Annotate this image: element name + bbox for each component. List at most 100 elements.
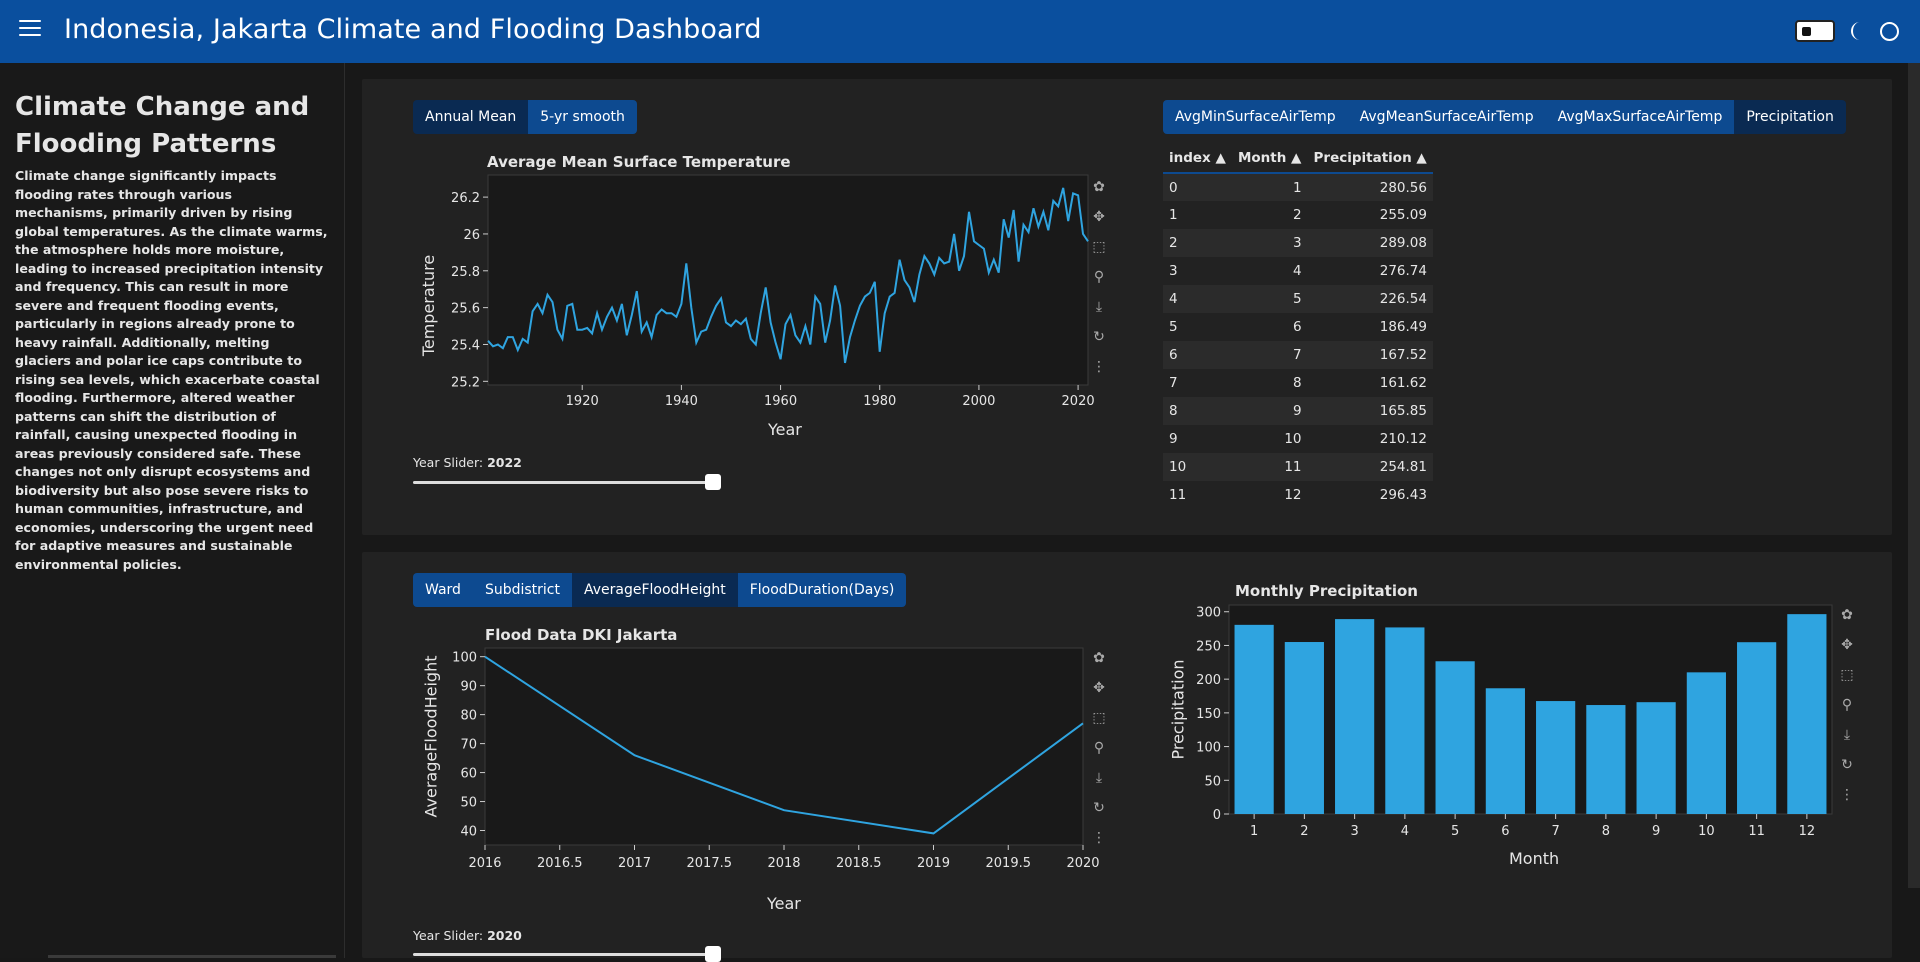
more-icon[interactable]: ⋮ (1088, 352, 1110, 382)
table-row[interactable]: 0 1 280.56 (1163, 173, 1433, 201)
table-row[interactable]: 10 11 254.81 (1163, 453, 1433, 481)
table-row[interactable]: 9 10 210.12 (1163, 425, 1433, 453)
pan-icon[interactable]: ✥ (1088, 673, 1110, 703)
y-tick-label: 90 (460, 680, 477, 695)
plot-area (487, 174, 1089, 386)
reset-icon[interactable]: ↻ (1836, 750, 1858, 780)
temp-chart-toolbar: ✿ ✥ ⬚ ⚲ ⤓ ↻ ⋮ (1088, 172, 1110, 382)
reset-icon[interactable]: ↻ (1088, 793, 1110, 823)
wheel-zoom-icon[interactable]: ⚲ (1836, 690, 1858, 720)
annual-mean-button[interactable]: Annual Mean (413, 100, 529, 134)
cell-index: 4 (1163, 285, 1232, 313)
cell-precipitation: 210.12 (1307, 425, 1433, 453)
circle-icon[interactable] (1880, 22, 1899, 41)
sort-asc-icon[interactable]: ▲ (1215, 150, 1225, 166)
bar-month-9 (1636, 702, 1676, 814)
table-row[interactable]: 11 12 296.43 (1163, 481, 1433, 509)
cell-precipitation: 165.85 (1307, 397, 1433, 425)
subdistrict-button[interactable]: Subdistrict (472, 573, 572, 607)
flood-duration-button[interactable]: FloodDuration(Days) (737, 573, 907, 607)
temp-year-slider-handle[interactable] (705, 474, 721, 490)
table-row[interactable]: 5 6 186.49 (1163, 313, 1433, 341)
x-tick-label: 9 (1652, 824, 1660, 839)
precip-bar-chart[interactable]: 0501001502002503001 2 3 4 5 6 7 8 9 10 11 12 (1160, 600, 1840, 840)
avg-flood-height-button[interactable]: AverageFloodHeight (571, 573, 738, 607)
x-tick-label: 12 (1799, 824, 1816, 839)
cell-month: 7 (1231, 341, 1308, 369)
table-row[interactable]: 2 3 289.08 (1163, 229, 1433, 257)
cell-month: 1 (1231, 173, 1308, 201)
flood-slider-title: Year Slider: (413, 928, 488, 943)
bar-month-10 (1686, 672, 1726, 814)
col-precip-header[interactable]: Precipitation ▲ (1307, 143, 1433, 174)
flood-x-axis-label: Year (767, 894, 801, 913)
x-tick-label: 2020 (1062, 394, 1095, 409)
table-header-row: index ▲ Month ▲ Precipitation ▲ (1163, 143, 1433, 174)
table-row[interactable]: 8 9 165.85 (1163, 397, 1433, 425)
moon-icon[interactable] (1848, 20, 1870, 42)
col-month-header[interactable]: Month ▲ (1231, 143, 1308, 174)
y-tick-label: 200 (1196, 673, 1221, 688)
bar-month-1 (1234, 624, 1274, 814)
table-row[interactable]: 1 2 255.09 (1163, 201, 1433, 229)
temp-year-slider-label: Year Slider: 2022 (413, 455, 522, 470)
pan-icon[interactable]: ✥ (1836, 630, 1858, 660)
pan-icon[interactable]: ✥ (1088, 202, 1110, 232)
y-tick-label: 70 (460, 738, 477, 753)
ward-button[interactable]: Ward (413, 573, 473, 607)
x-tick-label: 1940 (665, 394, 698, 409)
bar-month-7 (1536, 701, 1576, 814)
save-icon[interactable]: ⤓ (1836, 720, 1858, 750)
y-tick-label: 150 (1196, 707, 1221, 722)
flood-year-slider-track[interactable] (413, 953, 713, 956)
x-tick-label: 10 (1698, 824, 1715, 839)
col-index-header[interactable]: index ▲ (1163, 143, 1232, 174)
bokeh-logo-icon[interactable]: ✿ (1088, 172, 1110, 202)
table-row[interactable]: 3 4 276.74 (1163, 257, 1433, 285)
x-tick-label: 6 (1501, 824, 1509, 839)
cell-month: 5 (1231, 285, 1308, 313)
sidebar-heading: Climate Change and Flooding Patterns (15, 92, 310, 159)
cell-month: 11 (1231, 453, 1308, 481)
bokeh-logo-icon[interactable]: ✿ (1088, 643, 1110, 673)
table-row[interactable]: 6 7 167.52 (1163, 341, 1433, 369)
temp-year-slider-track[interactable] (413, 481, 713, 484)
table-row[interactable]: 7 8 161.62 (1163, 369, 1433, 397)
theme-toggle[interactable] (1795, 20, 1835, 42)
tab-precipitation[interactable]: Precipitation (1734, 100, 1846, 134)
temp-mode-buttons: Annual Mean 5-yr smooth (413, 100, 637, 134)
box-zoom-icon[interactable]: ⬚ (1088, 703, 1110, 733)
box-zoom-icon[interactable]: ⬚ (1836, 660, 1858, 690)
y-tick-label: 40 (460, 825, 477, 840)
wheel-zoom-icon[interactable]: ⚲ (1088, 733, 1110, 763)
cell-index: 3 (1163, 257, 1232, 285)
wheel-zoom-icon[interactable]: ⚲ (1088, 262, 1110, 292)
sidebar: Climate Change and Flooding Patterns Cli… (0, 63, 345, 958)
main-scrollbar[interactable] (1908, 63, 1920, 888)
sort-asc-icon[interactable]: ▲ (1416, 150, 1426, 166)
save-icon[interactable]: ⤓ (1088, 292, 1110, 322)
cell-index: 6 (1163, 341, 1232, 369)
hamburger-icon[interactable] (19, 20, 41, 38)
flood-year-slider-handle[interactable] (705, 946, 721, 962)
more-icon[interactable]: ⋮ (1088, 823, 1110, 853)
tab-avg-max-temp[interactable]: AvgMaxSurfaceAirTemp (1545, 100, 1735, 134)
box-zoom-icon[interactable]: ⬚ (1088, 232, 1110, 262)
save-icon[interactable]: ⤓ (1088, 763, 1110, 793)
flood-line-chart[interactable]: 40 50 60 70 80 90 100 2016 2016.5 2017 2017.5 2018 2… (400, 645, 1100, 895)
flood-mode-buttons: Ward Subdistrict AverageFloodHeight Floo… (413, 573, 907, 607)
tab-avg-min-temp[interactable]: AvgMinSurfaceAirTemp (1163, 100, 1348, 134)
reset-icon[interactable]: ↻ (1088, 322, 1110, 352)
more-icon[interactable]: ⋮ (1836, 780, 1858, 810)
tab-avg-mean-temp[interactable]: AvgMeanSurfaceAirTemp (1347, 100, 1546, 134)
x-tick-label: 2016.5 (537, 856, 583, 871)
table-row[interactable]: 4 5 226.54 (1163, 285, 1433, 313)
smooth-5yr-button[interactable]: 5-yr smooth (528, 100, 637, 134)
sort-asc-icon[interactable]: ▲ (1291, 150, 1301, 166)
x-tick-label: 3 (1350, 824, 1358, 839)
x-tick-label: 1920 (566, 394, 599, 409)
variable-tabs: AvgMinSurfaceAirTemp AvgMeanSurfaceAirTe… (1163, 100, 1846, 134)
precip-chart-title: Monthly Precipitation (1235, 582, 1418, 600)
bokeh-logo-icon[interactable]: ✿ (1836, 600, 1858, 630)
temp-line-chart[interactable]: 25.2 25.4 25.6 25.8 26 26.2 1920 1940 1960 1980 20… (400, 170, 1100, 450)
